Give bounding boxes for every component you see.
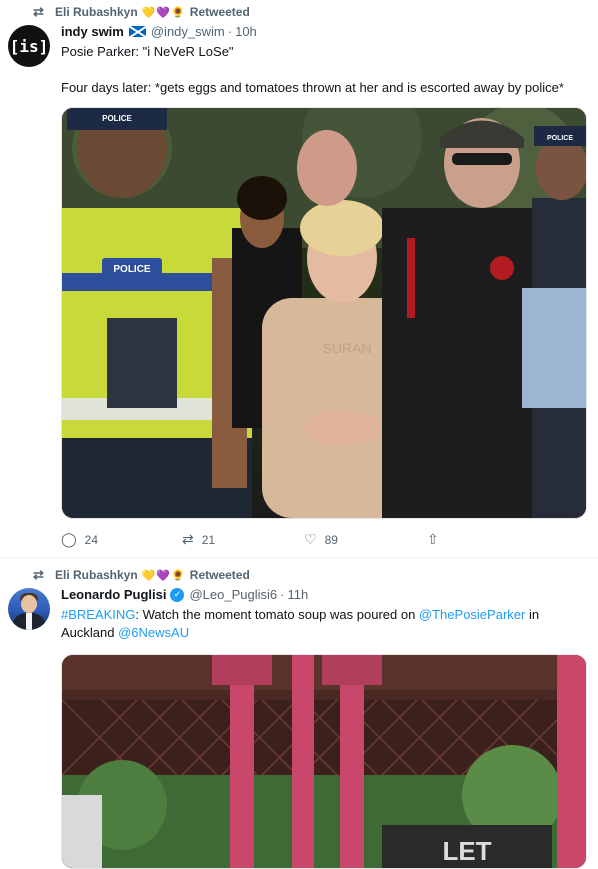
retweet-icon: ⇄ [33,4,44,19]
hashtag-link[interactable]: #BREAKING [61,607,135,622]
avatar[interactable] [8,588,50,630]
cap-label: POLICE [102,114,132,123]
author-name[interactable]: Leonardo Puglisi [61,587,166,602]
retweeter-emojis: 💛💜🌻 [141,569,186,582]
author-handle[interactable]: @indy_swim [151,24,225,39]
tweet-header: indy swim @indy_swim · 10h [61,24,257,39]
mention-link[interactable]: @6NewsAU [118,625,189,640]
retweet-label: Retweeted [189,568,250,582]
heart-icon: ♡ [304,531,317,547]
scotland-flag-icon [128,26,146,37]
separator-dot: · [227,24,233,39]
avatar[interactable]: [is] [8,25,50,67]
separator-dot: · [280,587,285,602]
retweeter-emojis: 💛💜🌻 [141,6,186,19]
avatar-logo-text: [is] [9,36,49,56]
tweet-2[interactable]: ⇄ Eli Rubashkyn 💛💜🌻 Retweeted Leonardo P… [0,557,598,869]
like-button[interactable]: ♡ 89 [304,531,338,548]
tweet-video[interactable]: LET [61,654,587,869]
like-count: 89 [324,532,338,547]
verified-badge-icon: ✓ [170,587,185,602]
sign-text: LET [442,836,491,866]
author-handle[interactable]: @Leo_Puglisi6 [189,587,277,602]
protest-photo-illustration: POLICE POLICE SURAN POLICE [62,108,586,518]
retweet-context[interactable]: ⇄ Eli Rubashkyn 💛💜🌻 Retweeted [33,567,250,583]
tweet-actions: ◯ 24 ⇄ 21 ♡ 89 ⇧ [61,531,481,547]
share-icon: ⇧ [427,531,439,547]
retweet-icon: ⇄ [182,531,194,547]
tweet-text: Posie Parker: "i NeVeR LoSe" Four days l… [61,44,564,95]
share-button[interactable]: ⇧ [427,531,447,548]
reply-icon: ◯ [61,531,77,547]
retweet-icon: ⇄ [33,567,44,582]
tweet-text-segment: : Watch the moment tomato soup was poure… [135,607,419,622]
retweet-button[interactable]: ⇄ 21 [182,531,215,548]
retweet-count: 21 [201,532,216,547]
timestamp[interactable]: 11h [287,587,308,602]
shirt-text: SURAN [322,340,371,356]
tweet-text: #BREAKING: Watch the moment tomato soup … [61,606,586,642]
retweet-label: Retweeted [189,5,250,19]
reply-count: 24 [84,532,99,547]
cap2-label: POLICE [547,135,573,142]
reply-button[interactable]: ◯ 24 [61,531,98,548]
mention-link[interactable]: @ThePosieParker [419,607,525,622]
tweet-1[interactable]: ⇄ Eli Rubashkyn 💛💜🌻 Retweeted [is] indy … [0,0,598,557]
retweeter-name[interactable]: Eli Rubashkyn [55,5,138,19]
gazebo-photo-illustration: LET [62,655,586,868]
retweet-context[interactable]: ⇄ Eli Rubashkyn 💛💜🌻 Retweeted [33,4,250,20]
author-name[interactable]: indy swim [61,24,124,39]
retweeter-name[interactable]: Eli Rubashkyn [55,568,138,582]
vest-label: POLICE [113,264,151,275]
timestamp[interactable]: 10h [235,24,257,39]
tweet-photo[interactable]: POLICE POLICE SURAN POLICE [61,107,587,519]
tweet-header: Leonardo Puglisi ✓ @Leo_Puglisi6 · 11h [61,587,308,602]
